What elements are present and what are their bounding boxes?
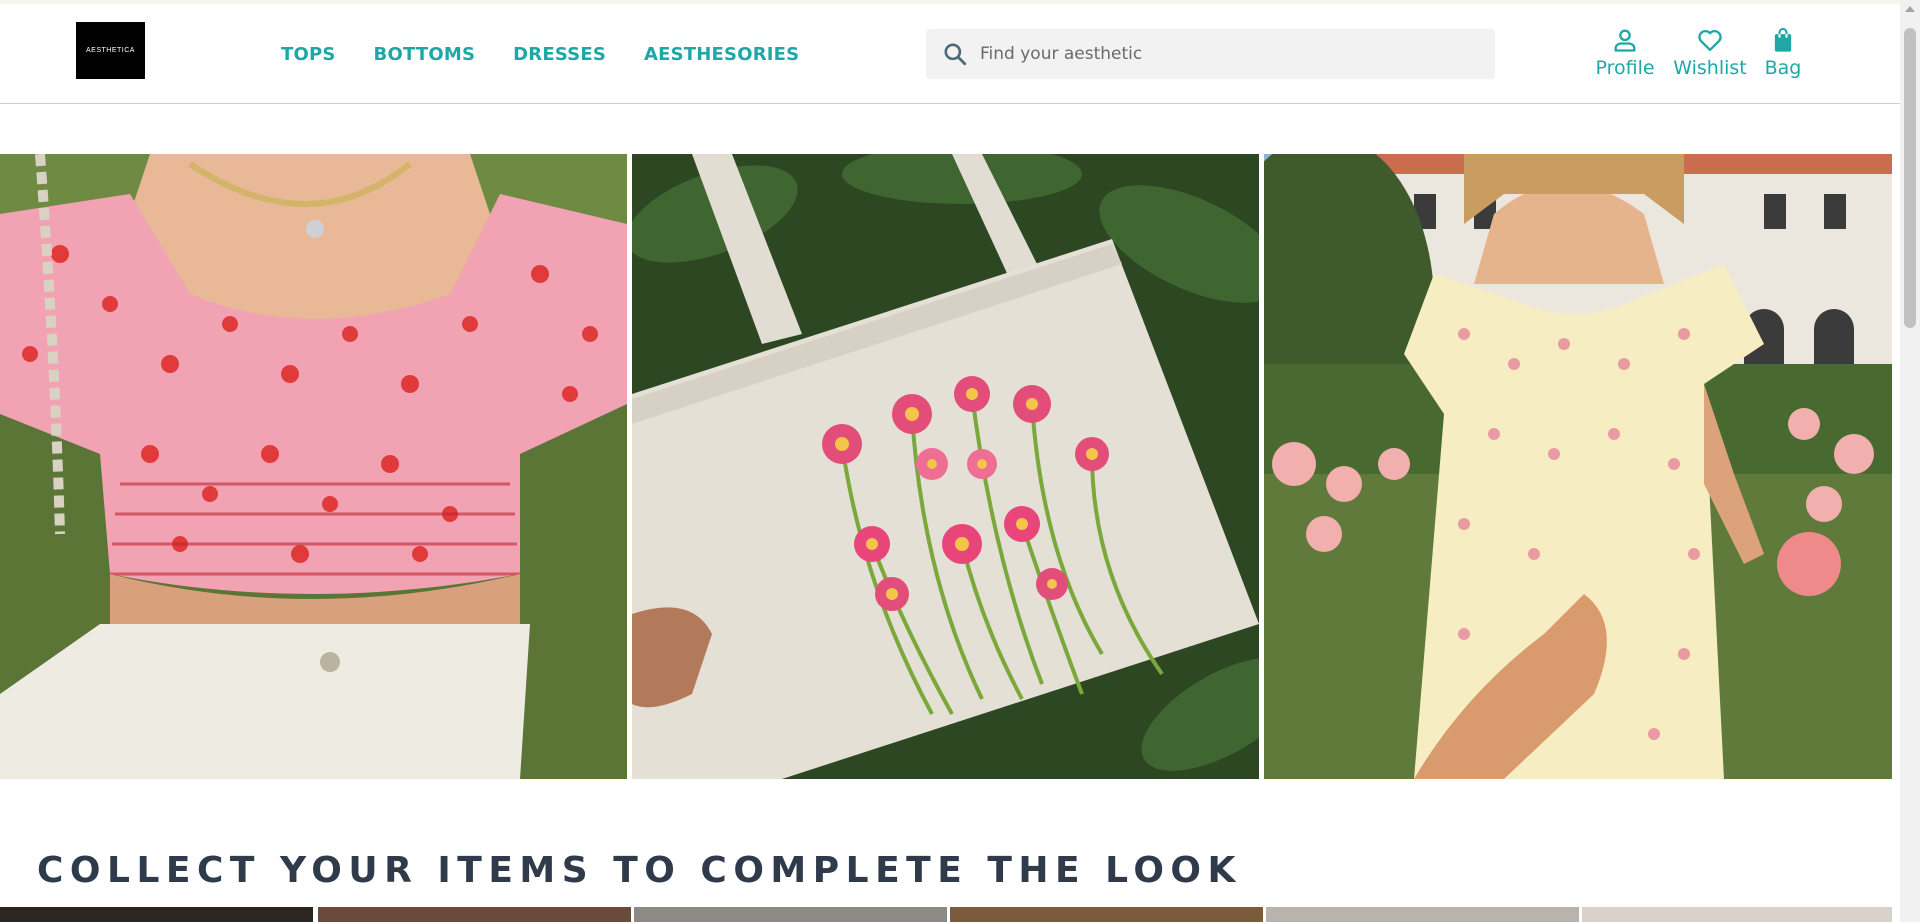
menu-item-dresses[interactable]: DRESSES [513, 42, 606, 68]
look-item-thumbnail[interactable] [318, 907, 631, 922]
floral-tote-illustration [632, 154, 1259, 779]
section-title: COLLECT YOUR ITEMS TO COMPLETE THE LOOK [37, 850, 1242, 891]
look-item-thumbnail[interactable] [1266, 907, 1579, 922]
brand-logo-text: AESTHETICA [86, 47, 135, 54]
menu-item-tops[interactable]: TOPS [281, 42, 336, 68]
profile-button[interactable]: Profile [1590, 26, 1660, 79]
profile-label: Profile [1595, 57, 1655, 79]
shopping-bag-icon [1774, 27, 1792, 52]
hero-image-floral-tote-bag[interactable] [632, 154, 1259, 779]
look-items-strip [0, 907, 1900, 922]
search-icon[interactable] [942, 41, 968, 67]
look-item-thumbnail[interactable] [1582, 907, 1892, 922]
brand-logo[interactable]: AESTHETICA [76, 22, 145, 79]
bag-label: Bag [1764, 57, 1802, 79]
wishlist-label: Wishlist [1673, 57, 1747, 79]
heart-icon [1698, 29, 1722, 52]
look-item-thumbnail[interactable] [634, 907, 947, 922]
site-header: AESTHETICA TOPS BOTTOMS DRESSES AESTHESO… [0, 4, 1900, 104]
wishlist-button[interactable]: Wishlist [1672, 26, 1748, 79]
menu-item-aesthesories[interactable]: AESTHESORIES [644, 42, 799, 68]
hero-image-floral-dress[interactable] [1264, 154, 1892, 779]
user-icon [1614, 29, 1636, 52]
scrollbar-thumb[interactable] [1904, 28, 1916, 328]
look-item-thumbnail[interactable] [950, 907, 1263, 922]
floral-dress-illustration [1264, 154, 1892, 779]
menu-item-bottoms[interactable]: BOTTOMS [374, 42, 476, 68]
hero-gallery [0, 154, 1892, 779]
scroll-up-arrow-icon[interactable] [1905, 6, 1915, 12]
hero-image-red-floral-top[interactable] [0, 154, 627, 779]
page-scrollbar[interactable] [1900, 0, 1920, 922]
bag-button[interactable]: Bag [1762, 26, 1804, 79]
look-item-thumbnail[interactable] [0, 907, 313, 922]
search-bar[interactable] [926, 29, 1495, 79]
search-input[interactable] [980, 44, 1495, 64]
red-floral-top-illustration [0, 154, 627, 779]
main-menu: TOPS BOTTOMS DRESSES AESTHESORIES [281, 42, 837, 68]
